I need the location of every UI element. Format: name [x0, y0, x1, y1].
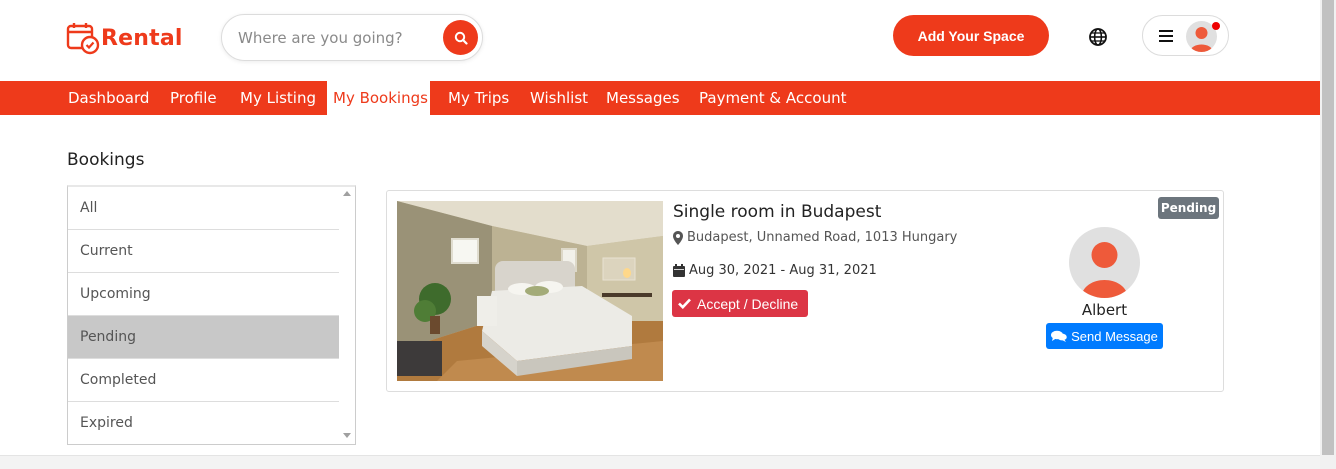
scroll-up-arrow-icon[interactable] [343, 191, 351, 196]
filter-item-all[interactable]: All [68, 187, 339, 230]
hamburger-icon [1159, 30, 1173, 42]
check-icon [678, 298, 691, 309]
nav-item-dashboard[interactable]: Dashboard [68, 81, 149, 115]
filter-item-expired[interactable]: Expired [68, 402, 339, 445]
accept-decline-button[interactable]: Accept / Decline [672, 290, 808, 317]
search-icon [454, 31, 468, 45]
calendar-icon [673, 264, 685, 277]
user-menu-button[interactable] [1142, 15, 1229, 56]
accept-decline-label: Accept / Decline [697, 295, 799, 312]
filter-scrollbar[interactable] [339, 187, 355, 444]
dashboard-nav: Dashboard Profile My Listing My Bookings… [0, 81, 1320, 115]
filter-item-pending[interactable]: Pending [68, 316, 339, 359]
nav-item-wishlist[interactable]: Wishlist [530, 81, 588, 115]
host-avatar[interactable] [1069, 227, 1140, 298]
globe-icon[interactable] [1088, 27, 1108, 47]
nav-item-profile[interactable]: Profile [170, 81, 217, 115]
nav-item-messages[interactable]: Messages [606, 81, 680, 115]
scroll-down-arrow-icon[interactable] [343, 433, 351, 438]
booking-filter-list[interactable]: All Current Upcoming Pending Completed E… [67, 185, 356, 445]
nav-item-payment-account[interactable]: Payment & Account [699, 81, 846, 115]
listing-photo[interactable] [397, 201, 663, 381]
send-message-button[interactable]: Send Message [1046, 323, 1163, 349]
add-your-space-button[interactable]: Add Your Space [893, 15, 1049, 56]
filter-item-current[interactable]: Current [68, 230, 339, 273]
dates-text: Aug 30, 2021 - Aug 31, 2021 [689, 263, 877, 278]
chat-bubbles-icon [1051, 330, 1067, 342]
nav-item-my-trips[interactable]: My Trips [448, 81, 509, 115]
page-scrollbar[interactable] [1320, 0, 1336, 469]
brand-logo[interactable]: Rental [66, 21, 183, 55]
search-input[interactable] [238, 27, 438, 49]
booking-dates: Aug 30, 2021 - Aug 31, 2021 [673, 263, 877, 278]
listing-location: Budapest, Unnamed Road, 1013 Hungary [673, 230, 957, 245]
search-button[interactable] [443, 20, 478, 55]
booking-card: Single room in Budapest Budapest, Unname… [386, 190, 1224, 392]
filter-item-completed[interactable]: Completed [68, 359, 339, 402]
listing-title[interactable]: Single room in Budapest [673, 202, 881, 222]
status-badge: Pending [1158, 197, 1219, 219]
page-scrollbar-thumb[interactable] [1322, 0, 1334, 455]
nav-item-my-bookings[interactable]: My Bookings [327, 81, 430, 115]
page-bottom-strip [0, 455, 1320, 469]
calendar-check-icon [66, 23, 100, 55]
map-marker-icon [673, 230, 683, 245]
search-bar [221, 14, 483, 61]
host-name: Albert [1081, 301, 1128, 319]
top-header: Rental Add Your Space [0, 0, 1320, 81]
page-title: Bookings [67, 150, 145, 170]
send-message-label: Send Message [1071, 328, 1158, 344]
filter-item-upcoming[interactable]: Upcoming [68, 273, 339, 316]
notification-dot [1212, 22, 1220, 30]
nav-item-my-listing[interactable]: My Listing [240, 81, 316, 115]
location-text: Budapest, Unnamed Road, 1013 Hungary [687, 230, 958, 245]
brand-name: Rental [101, 25, 183, 51]
